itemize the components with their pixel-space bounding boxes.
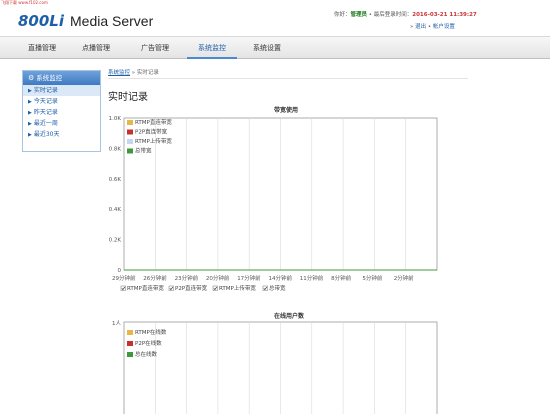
sidebar-item-week[interactable]: ▶ 最近一周 <box>23 118 100 129</box>
divider <box>108 78 468 79</box>
chart-title-online-users: 在线用户数 <box>274 313 305 320</box>
main-nav: 直播管理 点播管理 广告管理 系统监控 系统设置 <box>0 36 550 59</box>
arrow-right-icon: ▶ <box>28 121 32 127</box>
arrow-right-icon: ▶ <box>28 88 32 94</box>
sidebar-item-realtime[interactable]: ▶ 实时记录 <box>23 85 100 96</box>
nav-live[interactable]: 直播管理 <box>17 37 67 59</box>
sidebar-title: 系统监控 <box>36 74 63 82</box>
sidebar-item-yesterday[interactable]: ▶ 昨天记录 <box>23 107 100 118</box>
checkbox-label: RTMP直连带宽 <box>127 284 164 292</box>
legend-swatch <box>127 120 133 125</box>
check-icon <box>263 286 268 291</box>
nav-settings[interactable]: 系统设置 <box>242 37 292 59</box>
bandwidth-chart: 1.0K 0.8K 0.6K 0.4K 0.2K 029分钟前 26分钟前 23分钟前 20分钟… <box>109 116 438 292</box>
online-users-chart: 1人 RTMP在线数 P2P在线数总在线数 <box>112 320 438 414</box>
breadcrumb-current: 实时记录 <box>136 70 159 76</box>
legend-label: RTMP上传带宽 <box>135 137 172 145</box>
y-tick-label: 0 <box>118 268 122 274</box>
nav-vod[interactable]: 点播管理 <box>71 37 121 59</box>
legend-swatch <box>127 341 133 346</box>
legend-label: RTMP在线数 <box>135 328 167 336</box>
legend-label: 总在线数 <box>135 350 158 358</box>
y-tick-label: 1人 <box>112 320 121 327</box>
watermark-text: 飞翔下载 www.f102.com <box>1 0 48 5</box>
y-tick-label: 0.4K <box>109 207 122 213</box>
check-icon <box>169 286 174 291</box>
series-checkbox <box>168 285 174 291</box>
sidebar-header: ⚙ 系统监控 <box>23 71 100 85</box>
checkbox-label: 总带宽 <box>269 284 286 292</box>
y-tick-label: 0.2K <box>109 238 122 244</box>
header: 飞翔下载 www.f102.com 800Li Media Server 你好：… <box>0 0 550 36</box>
sidebar-item-30days[interactable]: ▶ 最近30天 <box>23 129 100 140</box>
legend-label: RTMP直连带宽 <box>135 118 172 126</box>
chart-title-bandwidth: 带宽使用 <box>274 107 299 114</box>
y-tick-label: 0.6K <box>109 177 122 183</box>
x-tick-label: 23分钟前 <box>175 274 199 282</box>
user-links: » 退出 • 帐户设置 <box>410 24 455 30</box>
y-tick-label: 1.0K <box>109 116 122 122</box>
last-login-label: • 最后登录时间： <box>367 12 413 18</box>
x-tick-label: 29分钟前 <box>112 274 136 282</box>
y-tick-label: 0.8K <box>109 146 122 152</box>
checkbox-label: RTMP上传带宽 <box>219 284 256 292</box>
gear-icon: ⚙ <box>28 74 35 82</box>
series-checkbox <box>212 285 218 291</box>
legend-swatch <box>127 139 133 144</box>
sidebar: ⚙ 系统监控 ▶ 实时记录 ▶ 今天记录 ▶ 昨天记录 ▶ 最近一周 ▶ 最近30天 <box>22 70 101 152</box>
brand-logo: 800Li <box>18 12 65 30</box>
username: 管理员 <box>350 12 368 18</box>
arrow-right-icon: ▶ <box>28 110 32 116</box>
page-title: 实时记录 <box>108 92 148 103</box>
checkbox-label: P2P直连带宽 <box>175 284 208 292</box>
hello-label: 你好： <box>334 12 351 18</box>
x-tick-label: 8分钟前 <box>331 274 351 282</box>
sidebar-item-label: 昨天记录 <box>33 109 58 116</box>
x-tick-label: 17分钟前 <box>237 274 261 282</box>
series-checkbox <box>120 285 126 291</box>
check-icon <box>121 286 126 291</box>
nav-ads[interactable]: 广告管理 <box>130 37 180 59</box>
arrow-right-icon: ▶ <box>28 132 32 138</box>
sidebar-item-label: 实时记录 <box>33 87 58 94</box>
last-login-time: 2016-03-21 11:39:27 <box>412 12 477 18</box>
arrow-right-icon: ▶ <box>28 99 32 105</box>
x-tick-label: 14分钟前 <box>269 274 293 282</box>
breadcrumb-parent[interactable]: 系统监控 <box>108 70 130 76</box>
legend-label: P2P直连带宽 <box>135 128 168 136</box>
check-icon <box>213 286 218 291</box>
x-tick-label: 5分钟前 <box>362 274 382 282</box>
legend-swatch <box>127 330 133 335</box>
user-bar: 你好：管理员 • 最后登录时间：2016-03-21 11:39:27 <box>334 10 477 18</box>
sidebar-item-today[interactable]: ▶ 今天记录 <box>23 96 100 107</box>
legend-label: P2P在线数 <box>135 339 162 347</box>
sidebar-item-label: 最近一周 <box>33 120 58 127</box>
sidebar-item-label: 今天记录 <box>33 98 58 105</box>
legend-swatch <box>127 148 133 154</box>
breadcrumb: 系统监控 » 实时记录 <box>108 70 159 76</box>
plot-area <box>123 321 438 414</box>
logout-link[interactable]: 退出 <box>415 24 426 30</box>
legend-swatch <box>127 129 133 135</box>
plot-area <box>123 117 438 271</box>
x-tick-label: 2分钟前 <box>394 274 414 282</box>
x-tick-label: 20分钟前 <box>206 274 230 282</box>
legend-swatch <box>127 352 133 357</box>
x-tick-label: 26分钟前 <box>143 274 167 282</box>
series-checkbox <box>262 285 268 291</box>
x-tick-label: 11分钟前 <box>300 274 324 282</box>
legend-label: 总带宽 <box>135 147 152 155</box>
nav-monitor[interactable]: 系统监控 <box>187 37 237 59</box>
app-title: Media Server <box>70 13 154 29</box>
sidebar-item-label: 最近30天 <box>33 131 60 138</box>
account-settings-link[interactable]: 帐户设置 <box>433 24 455 30</box>
